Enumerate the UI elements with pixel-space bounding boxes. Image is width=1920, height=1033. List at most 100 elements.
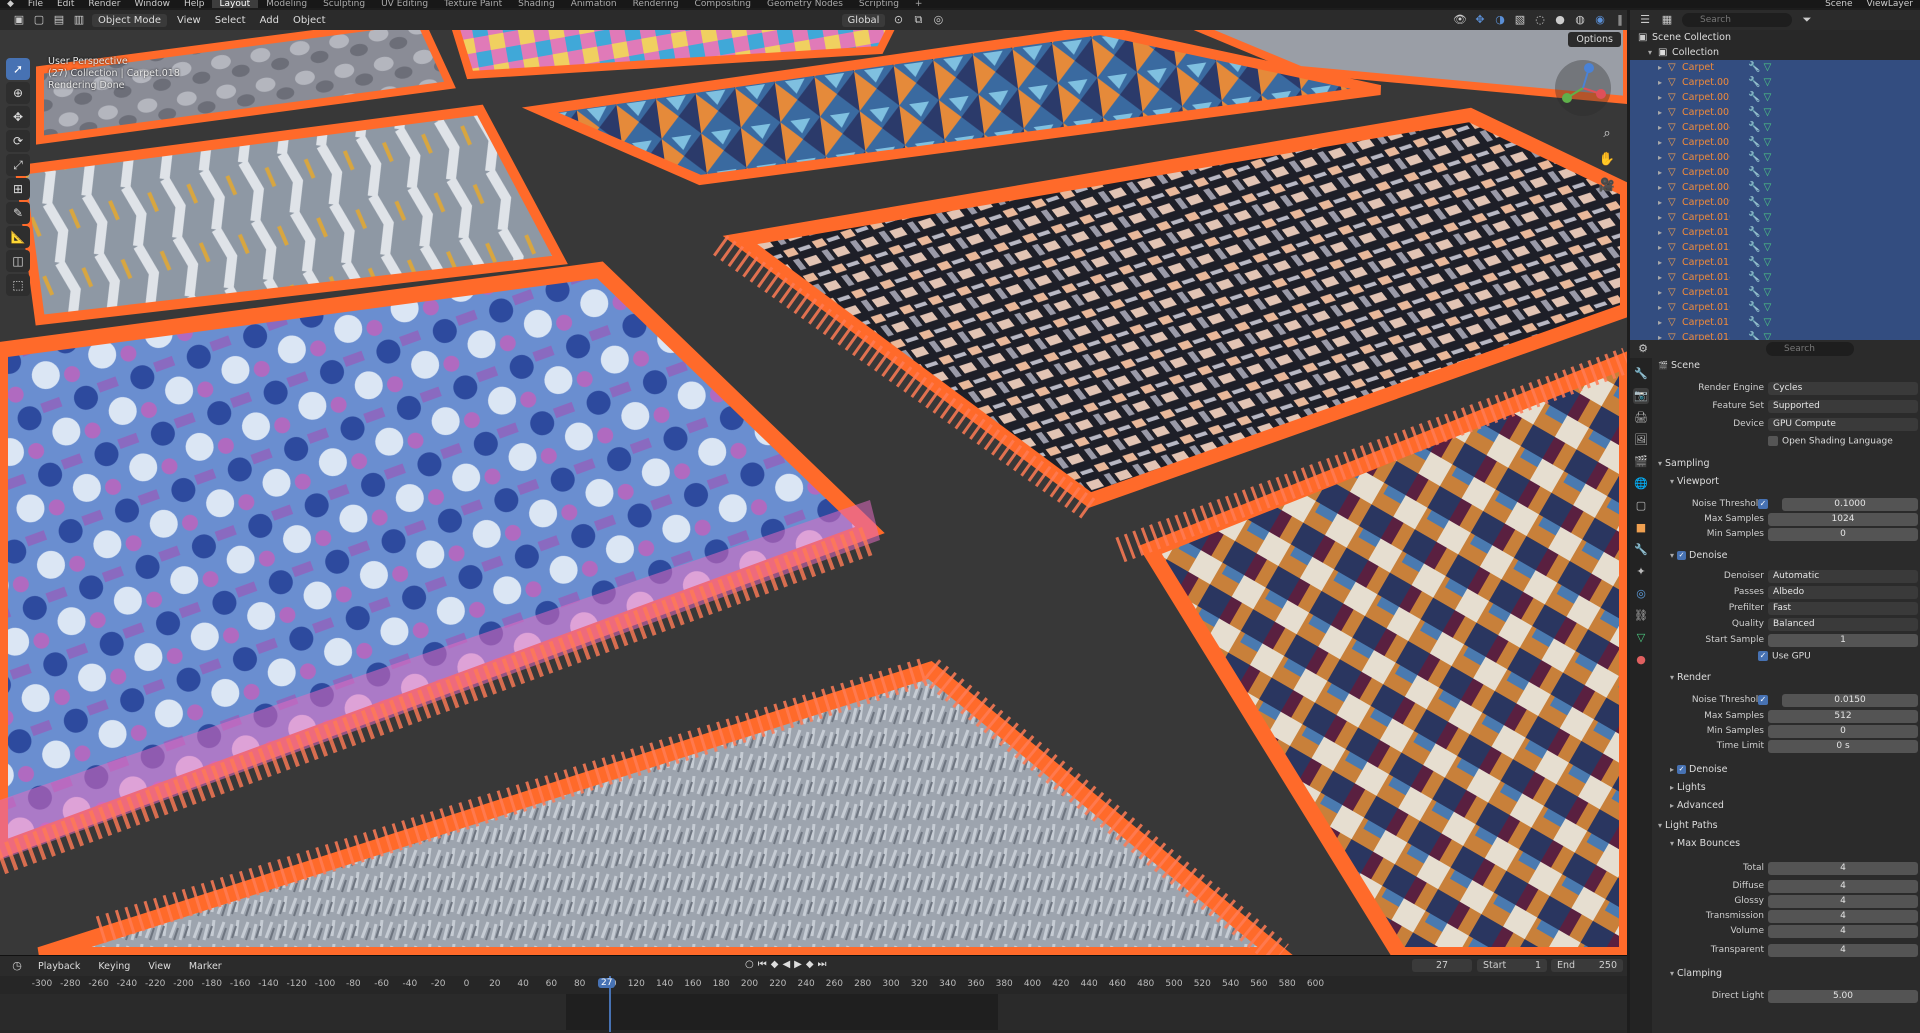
modifier-icons[interactable]: 🔧 ▽: [1748, 92, 1771, 103]
expand-arrow-icon[interactable]: ▸: [1658, 198, 1668, 207]
display-mode-icon[interactable]: ▦: [1660, 13, 1674, 27]
expand-arrow-icon[interactable]: ▸: [1658, 213, 1668, 222]
tab-layout[interactable]: Layout: [211, 0, 259, 8]
lights-subpanel-header[interactable]: ▸ Lights: [1670, 782, 1706, 796]
sampling-panel-header[interactable]: ▾ Sampling: [1658, 458, 1709, 472]
expand-arrow-icon[interactable]: ▸: [1658, 108, 1668, 117]
object-mode-dropdown[interactable]: Object Mode: [92, 13, 167, 27]
shading-wireframe-icon[interactable]: ◌: [1533, 13, 1547, 27]
expand-arrow-icon[interactable]: ▸: [1658, 318, 1668, 327]
modifier-icons[interactable]: 🔧 ▽: [1748, 242, 1771, 253]
vp-min-samples-field[interactable]: 0: [1768, 528, 1918, 541]
render-subpanel-header[interactable]: ▾ Render: [1670, 672, 1711, 686]
output-tab-icon[interactable]: 🖨: [1633, 410, 1649, 426]
vp-noise-threshold-checkbox[interactable]: ✓: [1758, 499, 1768, 509]
jump-start-icon[interactable]: ⏮: [758, 959, 767, 970]
direct-light-field[interactable]: 5.00: [1768, 990, 1918, 1003]
denoiser-dropdown[interactable]: Automatic: [1768, 570, 1918, 583]
modifier-icons[interactable]: 🔧 ▽: [1748, 167, 1771, 178]
xray-icon[interactable]: ▧: [1513, 13, 1527, 27]
scene-collection-row[interactable]: ▣ Scene Collection: [1630, 30, 1920, 45]
camera-view-icon[interactable]: 🎥: [1597, 176, 1617, 196]
menu-render[interactable]: Render: [81, 0, 127, 8]
modifier-icons[interactable]: 🔧 ▽: [1748, 317, 1771, 328]
osl-checkbox-row[interactable]: Open Shading Language: [1768, 436, 1893, 447]
expand-arrow-icon[interactable]: ▸: [1658, 63, 1668, 72]
vp-noise-threshold-field[interactable]: 0.1000: [1782, 498, 1918, 511]
measure-tool-icon[interactable]: 📐: [6, 226, 30, 248]
blender-logo-icon[interactable]: ◆: [0, 0, 21, 8]
diffuse-bounces-field[interactable]: 4: [1768, 880, 1918, 893]
outliner-item[interactable]: ▸ ▽ Carpet 🔧 ▽: [1630, 60, 1920, 75]
shading-material-icon[interactable]: ◍: [1573, 13, 1587, 27]
outliner-item[interactable]: ▸ ▽ Carpet.002 🔧 ▽: [1630, 90, 1920, 105]
tab-rendering[interactable]: Rendering: [625, 0, 687, 8]
modifier-icons[interactable]: 🔧 ▽: [1748, 302, 1771, 313]
max-bounces-subpanel-header[interactable]: ▾ Max Bounces: [1670, 838, 1740, 852]
modifier-icons[interactable]: 🔧 ▽: [1748, 77, 1771, 88]
timeline-editor-icon[interactable]: ◷: [10, 959, 24, 973]
expand-arrow-icon[interactable]: ▸: [1658, 153, 1668, 162]
quality-dropdown[interactable]: Balanced: [1768, 618, 1918, 631]
options-dropdown[interactable]: Options: [1568, 32, 1621, 47]
expand-arrow-icon[interactable]: ▸: [1658, 78, 1668, 87]
collection-row[interactable]: ▾ ▣ Collection: [1630, 45, 1920, 60]
outliner-item[interactable]: ▸ ▽ Carpet.013 🔧 ▽: [1630, 255, 1920, 270]
data-tab-icon[interactable]: ▽: [1633, 630, 1649, 646]
next-keyframe-icon[interactable]: ◆: [806, 959, 814, 970]
expand-arrow-icon[interactable]: ▸: [1658, 138, 1668, 147]
tab-sculpting[interactable]: Sculpting: [315, 0, 373, 8]
r-min-samples-field[interactable]: 0: [1768, 725, 1918, 738]
snap-icon[interactable]: ⧉: [911, 13, 925, 27]
select-subtract-icon[interactable]: ▥: [72, 13, 86, 27]
modifier-icons[interactable]: 🔧 ▽: [1748, 62, 1771, 73]
jump-end-icon[interactable]: ⏭: [818, 959, 827, 970]
scene-selector[interactable]: Scene: [1818, 0, 1859, 8]
outliner-item[interactable]: ▸ ▽ Carpet.009 🔧 ▽: [1630, 195, 1920, 210]
outliner-editor-icon[interactable]: ☰: [1638, 13, 1652, 27]
outliner-item[interactable]: ▸ ▽ Carpet.007 🔧 ▽: [1630, 165, 1920, 180]
device-dropdown[interactable]: GPU Compute: [1768, 418, 1918, 431]
playhead-frame-label[interactable]: 27: [598, 978, 616, 988]
start-sample-field[interactable]: 1: [1768, 634, 1918, 647]
transform-tool-icon[interactable]: ⊞: [6, 178, 30, 200]
expand-arrow-icon[interactable]: ▸: [1658, 168, 1668, 177]
view-layer-selector[interactable]: ViewLayer: [1860, 0, 1920, 8]
modifier-icons[interactable]: 🔧 ▽: [1748, 107, 1771, 118]
menu-select[interactable]: Select: [211, 15, 250, 26]
tab-shading[interactable]: Shading: [510, 0, 563, 8]
total-bounces-field[interactable]: 4: [1768, 862, 1918, 875]
collection-tab-icon[interactable]: ▢: [1633, 498, 1649, 514]
expand-arrow-icon[interactable]: ▸: [1658, 183, 1668, 192]
glossy-bounces-field[interactable]: 4: [1768, 895, 1918, 908]
outliner-item[interactable]: ▸ ▽ Carpet.014 🔧 ▽: [1630, 270, 1920, 285]
render-tab-icon[interactable]: 📷: [1633, 388, 1649, 404]
transform-orientation-dropdown[interactable]: Global: [841, 13, 886, 27]
light-paths-panel-header[interactable]: ▾ Light Paths: [1658, 820, 1718, 834]
material-tab-icon[interactable]: ●: [1633, 652, 1649, 668]
menu-view[interactable]: View: [173, 15, 205, 26]
filter-icon[interactable]: ⏷: [1800, 13, 1814, 27]
menu-timeline-view[interactable]: View: [144, 961, 175, 972]
current-frame-field[interactable]: 27: [1412, 959, 1472, 972]
outliner-item[interactable]: ▸ ▽ Carpet.017 🔧 ▽: [1630, 315, 1920, 330]
select-box-mode-icon[interactable]: ▢: [32, 13, 46, 27]
outliner-item[interactable]: ▸ ▽ Carpet.001 🔧 ▽: [1630, 75, 1920, 90]
constraints-tab-icon[interactable]: ⛓: [1633, 608, 1649, 624]
modifier-icons[interactable]: 🔧 ▽: [1748, 227, 1771, 238]
tab-geometry-nodes[interactable]: Geometry Nodes: [759, 0, 851, 8]
outliner-item[interactable]: ▸ ▽ Carpet.006 🔧 ▽: [1630, 150, 1920, 165]
expand-arrow-icon[interactable]: ▸: [1658, 123, 1668, 132]
record-icon[interactable]: ○: [745, 959, 754, 970]
passes-dropdown[interactable]: Albedo: [1768, 586, 1918, 599]
outliner-search-input[interactable]: Search: [1682, 13, 1792, 27]
expand-arrow-icon[interactable]: ▸: [1658, 258, 1668, 267]
modifier-icons[interactable]: 🔧 ▽: [1748, 122, 1771, 133]
select-extend-icon[interactable]: ▤: [52, 13, 66, 27]
use-gpu-row[interactable]: ✓ Use GPU: [1758, 651, 1811, 662]
scale-tool-icon[interactable]: ⤢: [6, 154, 30, 176]
gizmo-toggle-icon[interactable]: ✥: [1473, 13, 1487, 27]
timeline-track-area[interactable]: [0, 994, 1627, 1030]
visibility-icon[interactable]: 👁: [1453, 13, 1467, 27]
time-limit-field[interactable]: 0 s: [1768, 740, 1918, 753]
